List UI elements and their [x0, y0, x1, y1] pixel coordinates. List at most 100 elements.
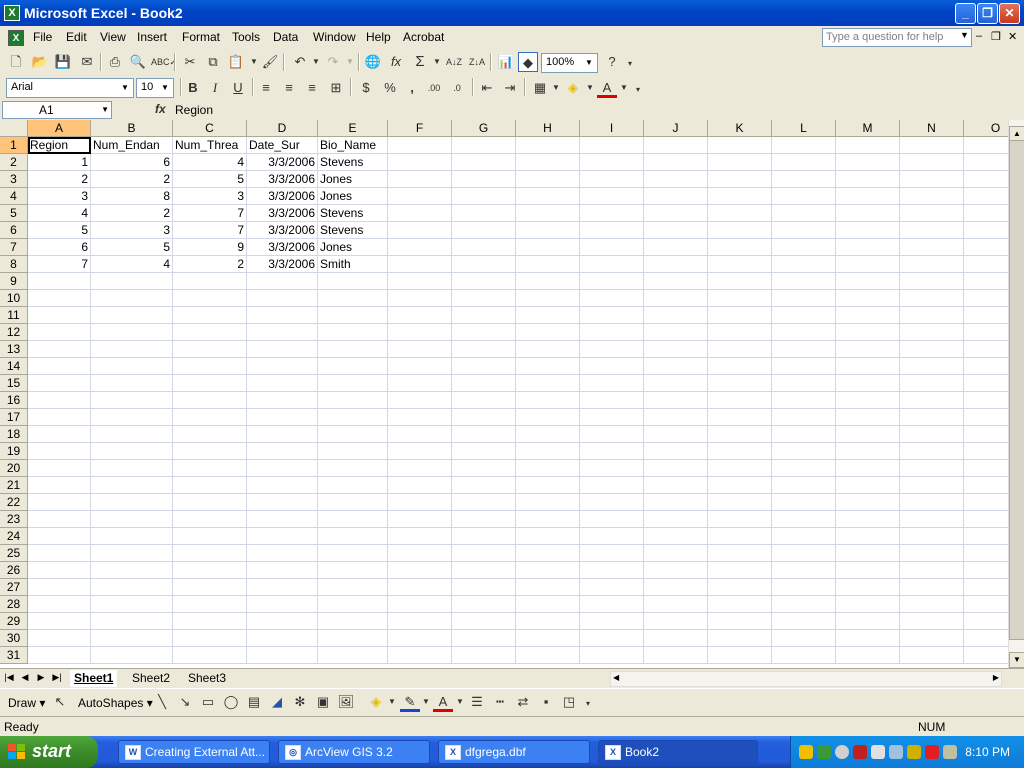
- cell-k17[interactable]: [708, 409, 772, 426]
- cell-j30[interactable]: [644, 630, 708, 647]
- cell-l9[interactable]: [772, 273, 836, 290]
- cell-d14[interactable]: [247, 358, 318, 375]
- cell-e4[interactable]: Jones: [318, 188, 388, 205]
- cell-i28[interactable]: [580, 596, 644, 613]
- cell-c22[interactable]: [173, 494, 247, 511]
- cell-h29[interactable]: [516, 613, 580, 630]
- name-box[interactable]: A1 ▼: [2, 101, 112, 119]
- cell-f4[interactable]: [388, 188, 452, 205]
- rectangle-icon[interactable]: ▭: [198, 692, 218, 712]
- cell-a13[interactable]: [28, 341, 91, 358]
- row-header-18[interactable]: 18: [0, 426, 28, 443]
- cell-o3[interactable]: [964, 171, 1008, 188]
- cell-c26[interactable]: [173, 562, 247, 579]
- cell-e25[interactable]: [318, 545, 388, 562]
- cell-k30[interactable]: [708, 630, 772, 647]
- row-header-10[interactable]: 10: [0, 290, 28, 307]
- cell-b23[interactable]: [91, 511, 173, 528]
- cell-d25[interactable]: [247, 545, 318, 562]
- cell-g23[interactable]: [452, 511, 516, 528]
- cell-m10[interactable]: [836, 290, 900, 307]
- cell-i4[interactable]: [580, 188, 644, 205]
- cell-l27[interactable]: [772, 579, 836, 596]
- column-header-j[interactable]: J: [644, 120, 708, 137]
- cell-f26[interactable]: [388, 562, 452, 579]
- cell-o23[interactable]: [964, 511, 1008, 528]
- cell-d9[interactable]: [247, 273, 318, 290]
- cell-n6[interactable]: [900, 222, 964, 239]
- cell-f22[interactable]: [388, 494, 452, 511]
- cell-o17[interactable]: [964, 409, 1008, 426]
- arrow-icon[interactable]: ↘: [175, 692, 195, 712]
- task-dfgrega[interactable]: Xdfgrega.dbf: [438, 740, 590, 764]
- cell-l22[interactable]: [772, 494, 836, 511]
- cell-d5[interactable]: 3/3/2006: [247, 205, 318, 222]
- cell-h14[interactable]: [516, 358, 580, 375]
- row-header-13[interactable]: 13: [0, 341, 28, 358]
- column-header-o[interactable]: O: [964, 120, 1008, 137]
- cell-m24[interactable]: [836, 528, 900, 545]
- cell-n13[interactable]: [900, 341, 964, 358]
- cell-j16[interactable]: [644, 392, 708, 409]
- cell-k19[interactable]: [708, 443, 772, 460]
- cell-j2[interactable]: [644, 154, 708, 171]
- cell-l30[interactable]: [772, 630, 836, 647]
- cell-d17[interactable]: [247, 409, 318, 426]
- cell-a16[interactable]: [28, 392, 91, 409]
- cell-i15[interactable]: [580, 375, 644, 392]
- cell-m31[interactable]: [836, 647, 900, 664]
- task-book2[interactable]: X Book2: [598, 740, 758, 764]
- cell-j13[interactable]: [644, 341, 708, 358]
- cell-k21[interactable]: [708, 477, 772, 494]
- cell-d26[interactable]: [247, 562, 318, 579]
- cell-g8[interactable]: [452, 256, 516, 273]
- cell-n10[interactable]: [900, 290, 964, 307]
- cell-j29[interactable]: [644, 613, 708, 630]
- cell-o10[interactable]: [964, 290, 1008, 307]
- cell-g17[interactable]: [452, 409, 516, 426]
- cell-g16[interactable]: [452, 392, 516, 409]
- cell-n8[interactable]: [900, 256, 964, 273]
- row-header-26[interactable]: 26: [0, 562, 28, 579]
- cell-d15[interactable]: [247, 375, 318, 392]
- cell-b8[interactable]: 4: [91, 256, 173, 273]
- menu-view[interactable]: View: [100, 30, 126, 44]
- cell-o28[interactable]: [964, 596, 1008, 613]
- cell-o14[interactable]: [964, 358, 1008, 375]
- sheet-tab-sheet1[interactable]: Sheet1: [70, 670, 118, 687]
- cell-i6[interactable]: [580, 222, 644, 239]
- cell-i31[interactable]: [580, 647, 644, 664]
- cell-l23[interactable]: [772, 511, 836, 528]
- cell-m8[interactable]: [836, 256, 900, 273]
- column-header-i[interactable]: I: [580, 120, 644, 137]
- textbox-icon[interactable]: ▤: [244, 692, 264, 712]
- cell-j14[interactable]: [644, 358, 708, 375]
- cell-m2[interactable]: [836, 154, 900, 171]
- cell-i14[interactable]: [580, 358, 644, 375]
- cell-n30[interactable]: [900, 630, 964, 647]
- cell-k29[interactable]: [708, 613, 772, 630]
- help-dropdown-icon[interactable]: ▼: [960, 30, 969, 40]
- cell-d29[interactable]: [247, 613, 318, 630]
- cell-o30[interactable]: [964, 630, 1008, 647]
- cell-i13[interactable]: [580, 341, 644, 358]
- cell-e20[interactable]: [318, 460, 388, 477]
- cell-h19[interactable]: [516, 443, 580, 460]
- column-header-m[interactable]: M: [836, 120, 900, 137]
- cell-e21[interactable]: [318, 477, 388, 494]
- cell-a1[interactable]: Region: [28, 137, 91, 154]
- cell-h28[interactable]: [516, 596, 580, 613]
- cell-d19[interactable]: [247, 443, 318, 460]
- cell-e22[interactable]: [318, 494, 388, 511]
- cell-m15[interactable]: [836, 375, 900, 392]
- cell-g5[interactable]: [452, 205, 516, 222]
- cell-h8[interactable]: [516, 256, 580, 273]
- cell-g10[interactable]: [452, 290, 516, 307]
- cell-j4[interactable]: [644, 188, 708, 205]
- cell-o26[interactable]: [964, 562, 1008, 579]
- cell-a27[interactable]: [28, 579, 91, 596]
- cell-f13[interactable]: [388, 341, 452, 358]
- sheet-tab-sheet3[interactable]: Sheet3: [184, 670, 230, 687]
- cell-f28[interactable]: [388, 596, 452, 613]
- cell-i24[interactable]: [580, 528, 644, 545]
